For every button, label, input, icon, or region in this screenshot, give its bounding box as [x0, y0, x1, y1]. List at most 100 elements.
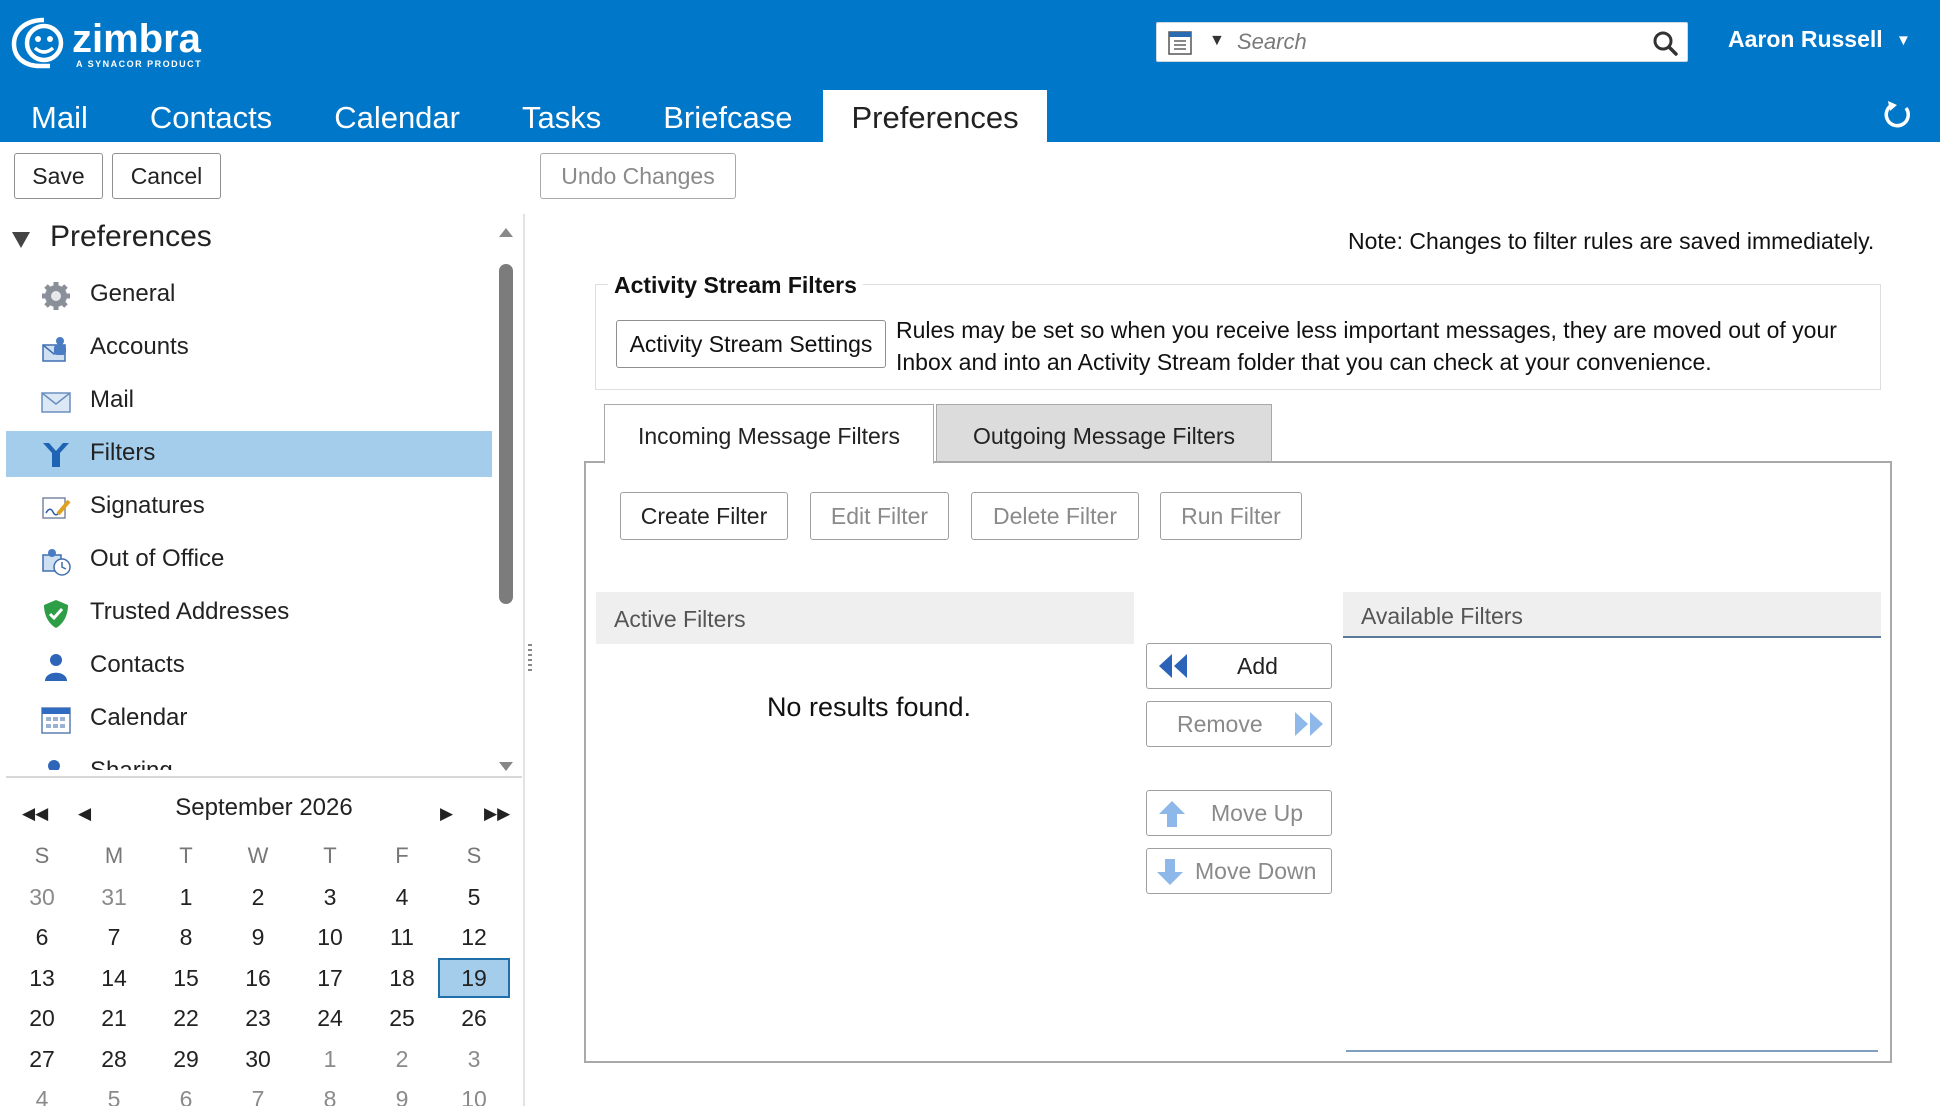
calendar-day-today[interactable]: 19 — [438, 957, 510, 998]
sidebar-splitter[interactable] — [523, 214, 537, 1106]
calendar-day[interactable]: 5 — [438, 877, 510, 918]
tree-scrollbar-thumb[interactable] — [499, 264, 513, 604]
search-scope-caret-icon[interactable]: ▼ — [1209, 32, 1225, 50]
sidebar-item-signatures[interactable]: Signatures — [6, 484, 492, 530]
sidebar-item-trusted-addresses[interactable]: Trusted Addresses — [6, 590, 492, 636]
run-filter-button[interactable]: Run Filter — [1160, 492, 1302, 540]
calendar-day[interactable]: 2 — [366, 1039, 438, 1080]
user-menu-name[interactable]: Aaron Russell — [1728, 26, 1883, 53]
calendar-day[interactable]: 1 — [150, 877, 222, 918]
remove-filter-button[interactable]: Remove — [1146, 701, 1332, 747]
tab-contacts[interactable]: Contacts — [119, 90, 303, 142]
delete-filter-button[interactable]: Delete Filter — [971, 492, 1139, 540]
tab-preferences[interactable]: Preferences — [823, 90, 1047, 142]
calendar-day[interactable]: 18 — [366, 958, 438, 999]
scroll-up-arrow-icon[interactable] — [499, 228, 513, 237]
calendar-day[interactable]: 10 — [294, 917, 366, 958]
sidebar-item-calendar[interactable]: Calendar — [6, 696, 492, 742]
calendar-day[interactable]: 7 — [222, 1079, 294, 1106]
calendar-day[interactable]: 21 — [78, 998, 150, 1039]
calendar-day[interactable]: 31 — [78, 877, 150, 918]
tab-tasks[interactable]: Tasks — [491, 90, 632, 142]
refresh-icon[interactable] — [1880, 98, 1914, 132]
tree-scrollbar[interactable] — [496, 228, 516, 773]
tab-calendar[interactable]: Calendar — [303, 90, 491, 142]
prev-year-icon[interactable]: ◀◀ — [22, 804, 48, 824]
calendar-day[interactable]: 25 — [366, 998, 438, 1039]
calendar-day[interactable]: 13 — [6, 958, 78, 999]
sidebar-item-accounts[interactable]: Accounts — [6, 325, 492, 371]
add-filter-button[interactable]: Add — [1146, 643, 1332, 689]
calendar-day[interactable]: 6 — [150, 1079, 222, 1106]
calendar-day[interactable]: 16 — [222, 958, 294, 999]
calendar-day[interactable]: 3 — [438, 1039, 510, 1080]
calendar-day[interactable]: 6 — [6, 917, 78, 958]
calendar-day[interactable]: 9 — [366, 1079, 438, 1106]
sidebar-item-mail[interactable]: Mail — [6, 378, 492, 424]
activity-stream-settings-button[interactable]: Activity Stream Settings — [616, 320, 886, 368]
tab-outgoing-message-filters[interactable]: Outgoing Message Filters — [936, 404, 1272, 462]
sidebar-item-sharing[interactable]: Sharing — [6, 749, 492, 770]
next-month-icon[interactable]: ▶ — [440, 804, 453, 824]
undo-changes-button[interactable]: Undo Changes — [540, 153, 736, 199]
tab-mail[interactable]: Mail — [0, 90, 119, 142]
calendar-day[interactable]: 23 — [222, 998, 294, 1039]
calendar-day[interactable]: 11 — [366, 917, 438, 958]
envelope-icon — [41, 392, 71, 413]
next-year-icon[interactable]: ▶▶ — [484, 804, 510, 824]
calendar-day[interactable]: 29 — [150, 1039, 222, 1080]
collapse-triangle-icon[interactable] — [12, 232, 30, 248]
calendar-day[interactable]: 4 — [6, 1079, 78, 1106]
active-filters-empty-message: No results found. — [766, 692, 972, 722]
calendar-day[interactable]: 30 — [6, 877, 78, 918]
calendar-day[interactable]: 14 — [78, 958, 150, 999]
calendar-day[interactable]: 5 — [78, 1079, 150, 1106]
sidebar-item-general[interactable]: General — [6, 272, 492, 318]
create-filter-button[interactable]: Create Filter — [620, 492, 788, 540]
tab-briefcase[interactable]: Briefcase — [632, 90, 823, 142]
search-box: ▼ — [1156, 22, 1688, 62]
calendar-day[interactable]: 12 — [438, 917, 510, 958]
calendar-day[interactable]: 17 — [294, 958, 366, 999]
prev-month-icon[interactable]: ◀ — [78, 804, 91, 824]
calendar-day[interactable]: 3 — [294, 877, 366, 918]
app-tab-bar: Mail Contacts Calendar Tasks Briefcase P… — [0, 90, 1047, 142]
sidebar-item-contacts[interactable]: Contacts — [6, 643, 492, 689]
calendar-search-scope-icon[interactable] — [1167, 30, 1193, 56]
svg-text:zimbra: zimbra — [72, 17, 202, 61]
calendar-day[interactable]: 28 — [78, 1039, 150, 1080]
cancel-button[interactable]: Cancel — [112, 153, 221, 199]
scroll-down-arrow-icon[interactable] — [499, 762, 513, 771]
calendar-day[interactable]: 1 — [294, 1039, 366, 1080]
splitter-grip-icon[interactable] — [528, 644, 532, 672]
gear-icon — [42, 282, 70, 310]
calendar-day[interactable]: 30 — [222, 1039, 294, 1080]
save-button[interactable]: Save — [14, 153, 103, 199]
move-up-button[interactable]: Move Up — [1146, 790, 1332, 836]
calendar-day[interactable]: 15 — [150, 958, 222, 999]
sidebar-item-label: Mail — [90, 386, 135, 413]
sidebar-item-out-of-office[interactable]: Out of Office — [6, 537, 492, 583]
user-menu-caret-icon[interactable]: ▼ — [1896, 32, 1911, 49]
search-input[interactable] — [1237, 27, 1637, 57]
calendar-day[interactable]: 8 — [294, 1079, 366, 1106]
sidebar-item-filters[interactable]: Filters — [6, 431, 492, 477]
calendar-day[interactable]: 8 — [150, 917, 222, 958]
calendar-day[interactable]: 24 — [294, 998, 366, 1039]
search-icon[interactable] — [1651, 29, 1679, 57]
calendar-day[interactable]: 22 — [150, 998, 222, 1039]
tab-incoming-message-filters[interactable]: Incoming Message Filters — [604, 404, 934, 464]
calendar-day[interactable]: 20 — [6, 998, 78, 1039]
calendar-day[interactable]: 4 — [366, 877, 438, 918]
move-down-button[interactable]: Move Down — [1146, 848, 1332, 894]
calendar-day[interactable]: 26 — [438, 998, 510, 1039]
calendar-day[interactable]: 7 — [78, 917, 150, 958]
calendar-day[interactable]: 2 — [222, 877, 294, 918]
calendar-day[interactable]: 10 — [438, 1079, 510, 1106]
calendar-day[interactable]: 9 — [222, 917, 294, 958]
edit-filter-button[interactable]: Edit Filter — [810, 492, 949, 540]
sidebar-item-label: Out of Office — [90, 545, 225, 572]
calendar-day[interactable]: 27 — [6, 1039, 78, 1080]
sharing-icon — [48, 760, 60, 770]
sidebar-item-label: Accounts — [90, 333, 189, 360]
